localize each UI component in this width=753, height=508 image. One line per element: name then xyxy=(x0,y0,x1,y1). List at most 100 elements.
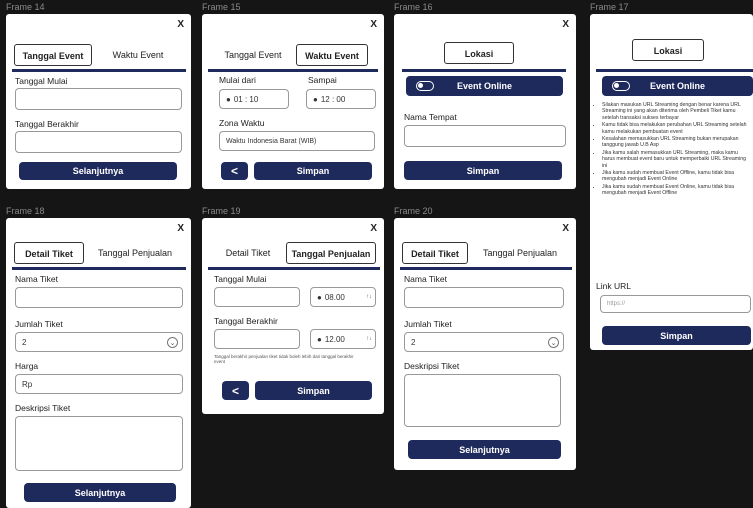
back-button[interactable]: < xyxy=(221,162,248,180)
price-label: Harga xyxy=(15,361,39,371)
ticket-desc-textarea[interactable] xyxy=(404,374,561,427)
clock-icon: ● xyxy=(317,334,322,344)
save-button[interactable]: Simpan xyxy=(255,381,372,400)
rule-item: Jika kamu sudah membuat Event Offline, k… xyxy=(602,170,751,183)
sale-start-date-input[interactable] xyxy=(214,287,300,307)
clock-icon: ● xyxy=(226,94,231,104)
sale-end-label: Tanggal Berakhir xyxy=(214,316,278,326)
frame-16-card: X Lokasi Event Online Nama Tempat Simpan xyxy=(394,14,576,189)
close-icon[interactable]: X xyxy=(177,19,184,30)
tab-tanggal-penjualan[interactable]: Tanggal Penjualan xyxy=(84,242,186,264)
ticket-qty-select[interactable]: 2 ⌄ xyxy=(15,332,183,352)
end-date-label: Tanggal Berakhir xyxy=(15,119,79,129)
sale-start-time-value: 08.00 xyxy=(324,292,345,302)
frame-18-card: X Detail Tiket Tanggal Penjualan Nama Ti… xyxy=(6,218,191,508)
tab-tanggal-penjualan[interactable]: Tanggal Penjualan xyxy=(468,242,572,264)
stepper-icon[interactable]: ↑↓ xyxy=(366,336,372,342)
price-input[interactable]: Rp xyxy=(15,374,183,394)
event-online-toggle[interactable]: Event Online xyxy=(602,76,753,96)
tab-detail-tiket[interactable]: Detail Tiket xyxy=(402,242,468,264)
frame-17-label: Frame 17 xyxy=(590,2,629,12)
frame-17-card: Lokasi Event Online Silakan masukan URL … xyxy=(590,14,753,350)
close-icon[interactable]: X xyxy=(370,223,377,234)
from-time-value: 01 : 10 xyxy=(233,94,259,104)
from-time-label: Mulai dari xyxy=(219,75,256,85)
save-button[interactable]: Simpan xyxy=(404,161,562,180)
ticket-qty-label: Jumlah Tiket xyxy=(404,319,452,329)
frame-14-label: Frame 14 xyxy=(6,2,45,12)
tab-tanggal-event[interactable]: Tanggal Event xyxy=(210,44,296,66)
end-date-input[interactable] xyxy=(15,131,182,153)
rule-item: Silakan masukan URL Streaming dengan ben… xyxy=(602,102,751,121)
tab-detail-tiket[interactable]: Detail Tiket xyxy=(14,242,84,264)
close-icon[interactable]: X xyxy=(177,223,184,234)
frame-20-card: X Detail Tiket Tanggal Penjualan Nama Ti… xyxy=(394,218,576,470)
next-button[interactable]: Selanjutnya xyxy=(408,440,561,459)
tab-bar: Tanggal Event Waktu Event xyxy=(210,44,378,66)
to-time-input[interactable]: ● 12 : 00 xyxy=(306,89,376,109)
frame-16-label: Frame 16 xyxy=(394,2,433,12)
event-online-toggle[interactable]: Event Online xyxy=(406,76,563,96)
to-time-label: Sampai xyxy=(308,75,337,85)
stepper-icon[interactable]: ↑↓ xyxy=(366,294,372,300)
tab-waktu-event[interactable]: Waktu Event xyxy=(296,44,368,66)
frame-14-card: X Tanggal Event Waktu Event Tanggal Mula… xyxy=(6,14,191,189)
back-button[interactable]: < xyxy=(222,381,249,400)
ticket-name-label: Nama Tiket xyxy=(404,274,447,284)
tab-bar: Detail Tiket Tanggal Penjualan xyxy=(402,242,572,264)
sale-end-time-input[interactable]: ● 12.00 ↑↓ xyxy=(310,329,376,349)
save-button[interactable]: Simpan xyxy=(602,326,751,345)
link-url-input[interactable]: https:// xyxy=(600,295,751,313)
start-date-label: Tanggal Mulai xyxy=(15,76,68,86)
ticket-name-input[interactable] xyxy=(15,287,183,308)
tab-detail-tiket[interactable]: Detail Tiket xyxy=(210,242,286,264)
ticket-desc-textarea[interactable] xyxy=(15,416,183,471)
sale-end-date-input[interactable] xyxy=(214,329,300,349)
tab-underline xyxy=(208,69,378,72)
tab-waktu-event[interactable]: Waktu Event xyxy=(92,44,184,66)
rule-item: Jika kamu sudah membuat Event Online, ka… xyxy=(602,184,751,197)
tab-tanggal-event[interactable]: Tanggal Event xyxy=(14,44,92,66)
timezone-select[interactable]: Waktu Indonesia Barat (WIB) xyxy=(219,131,375,151)
frame-18-label: Frame 18 xyxy=(6,206,45,216)
tab-underline xyxy=(12,69,186,72)
link-url-label: Link URL xyxy=(596,281,631,291)
ticket-qty-value: 2 xyxy=(411,337,416,347)
timezone-label: Zona Waktu xyxy=(219,118,265,128)
close-icon[interactable]: X xyxy=(370,19,377,30)
frame-19-label: Frame 19 xyxy=(202,206,241,216)
sale-start-label: Tanggal Mulai xyxy=(214,274,267,284)
sale-end-note: Tanggal berakhir penjualan tiket tidak b… xyxy=(214,354,354,365)
tab-underline xyxy=(596,69,753,72)
tab-lokasi[interactable]: Lokasi xyxy=(444,42,514,64)
sale-start-time-input[interactable]: ● 08.00 ↑↓ xyxy=(310,287,376,307)
place-name-label: Nama Tempat xyxy=(404,112,457,122)
to-time-value: 12 : 00 xyxy=(320,94,346,104)
tab-lokasi[interactable]: Lokasi xyxy=(632,39,704,61)
close-icon[interactable]: X xyxy=(562,223,569,234)
next-button[interactable]: Selanjutnya xyxy=(19,162,177,180)
tab-underline xyxy=(208,267,380,270)
rule-item: Jika kamu salah memasukkan URL Streaming… xyxy=(602,150,751,169)
chevron-down-icon: ⌄ xyxy=(548,337,559,348)
ticket-qty-select[interactable]: 2 ⌄ xyxy=(404,332,564,352)
streaming-rules-list: Silakan masukan URL Streaming dengan ben… xyxy=(596,102,751,198)
clock-icon: ● xyxy=(317,292,322,302)
frame-15-label: Frame 15 xyxy=(202,2,241,12)
toggle-icon xyxy=(612,81,630,91)
from-time-input[interactable]: ● 01 : 10 xyxy=(219,89,289,109)
tab-tanggal-penjualan[interactable]: Tanggal Penjualan xyxy=(286,242,376,264)
ticket-name-label: Nama Tiket xyxy=(15,274,58,284)
clock-icon: ● xyxy=(313,94,318,104)
tab-underline xyxy=(400,267,572,270)
sale-end-time-value: 12.00 xyxy=(324,334,345,344)
save-button[interactable]: Simpan xyxy=(254,162,372,180)
close-icon[interactable]: X xyxy=(562,19,569,30)
next-button[interactable]: Selanjutnya xyxy=(24,483,176,502)
event-online-label: Event Online xyxy=(456,81,512,91)
start-date-input[interactable] xyxy=(15,88,182,110)
place-name-input[interactable] xyxy=(404,125,566,147)
tab-underline xyxy=(12,267,186,270)
frame-20-label: Frame 20 xyxy=(394,206,433,216)
ticket-name-input[interactable] xyxy=(404,287,564,308)
